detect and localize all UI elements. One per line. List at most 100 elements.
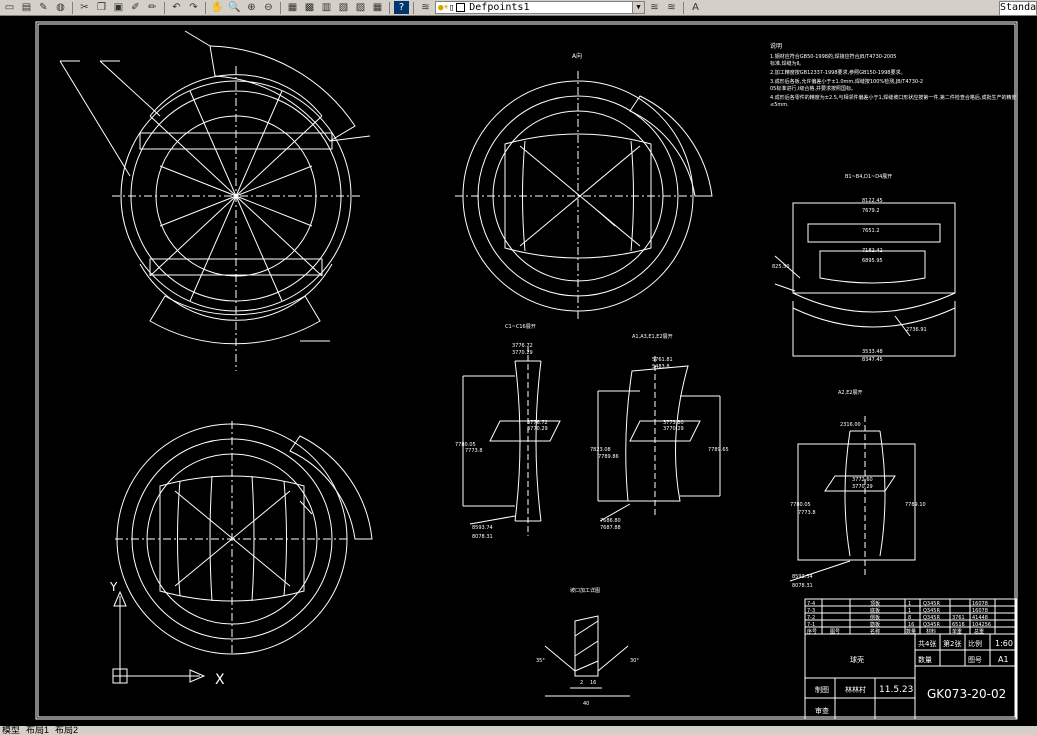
- dim-a-left2: 7789.86: [598, 454, 619, 460]
- dim-a2-left1: 7780.05: [790, 502, 811, 508]
- tb-row4-qty: 16: [908, 622, 914, 628]
- redo-icon[interactable]: ↷: [186, 1, 201, 14]
- tb-scale-label: 比例: [968, 639, 982, 648]
- markup-icon[interactable]: ▨: [353, 1, 368, 14]
- dim-a2-bot1: 8593.34: [792, 574, 813, 580]
- help-icon[interactable]: ?: [394, 1, 409, 14]
- tb-row1-name: 顶板: [870, 600, 880, 607]
- text-style-dropdown[interactable]: Standa: [999, 1, 1037, 16]
- layer-manager-icon[interactable]: ≋: [418, 1, 433, 14]
- tb-size: A1: [998, 655, 1009, 664]
- match-properties-icon[interactable]: ✎: [36, 1, 51, 14]
- layout-tabs: 模型 布局1 布局2: [0, 726, 1037, 735]
- undo-icon[interactable]: ↶: [169, 1, 184, 14]
- dim-c-bot1: 8593.74: [472, 525, 493, 531]
- dim-b-mid: 7651.2: [862, 228, 880, 234]
- note-line-1: 1.钢材应符合GB50-1998的,焊接应符合JB/T4730-2005: [770, 53, 896, 60]
- layer-name: Defpoints1: [469, 2, 530, 13]
- drawing-canvas[interactable]: 说明 1.钢材应符合GB50-1998的,焊接应符合JB/T4730-2005 …: [0, 16, 1037, 726]
- note-line-6: 4.成形后各零件的精度为±2.5,与相邻件偏差小于1,焊缝坡口形状应按第一件,第…: [770, 94, 1016, 101]
- copy-icon[interactable]: ▭: [2, 1, 17, 14]
- tb-sheet-no: 第2张: [943, 639, 961, 648]
- layer-dropdown[interactable]: ● ☀ ▯ Defpoints1 ▼: [435, 1, 645, 14]
- tb-scale: 1:60: [995, 639, 1013, 648]
- tb-row2-mat: Q345R: [923, 608, 940, 614]
- brush-icon[interactable]: ✐: [128, 1, 143, 14]
- dim-c-left2: 7773.8: [465, 448, 483, 454]
- paste-icon[interactable]: ▤: [19, 1, 34, 14]
- weld-detail: [544, 615, 630, 697]
- dim-c-mid2: 3770.29: [527, 426, 548, 432]
- tb-row4-name: 筋板: [870, 621, 880, 628]
- properties-icon[interactable]: ▦: [285, 1, 300, 14]
- toolbar-separator: [164, 1, 165, 14]
- dim-a2-right: 7789.10: [905, 502, 926, 508]
- paste-clip-icon[interactable]: ▣: [111, 1, 126, 14]
- tool-palettes-icon[interactable]: ▥: [319, 1, 334, 14]
- view-a-label: A向: [572, 52, 582, 60]
- note-line-2: 标准,焊缝为Ⅱ。: [770, 60, 804, 67]
- dim-a-bot1: 7686.80: [600, 518, 621, 524]
- calculator-icon[interactable]: ▦: [370, 1, 385, 14]
- text-style-name: Standa: [1000, 2, 1037, 13]
- tb-drawn-name: 林林村: [845, 685, 866, 694]
- tb-head-total: 总重: [974, 628, 984, 635]
- pan-icon[interactable]: ✋: [210, 1, 225, 14]
- layer-previous-icon[interactable]: ≋: [664, 1, 679, 14]
- sheet-set-icon[interactable]: ▧: [336, 1, 351, 14]
- toolbar-separator: [413, 1, 414, 14]
- note-line-5: 05标准进行,I级合格,并要求按照国标。: [770, 85, 856, 92]
- dim-a-mid2: 3770.29: [663, 426, 684, 432]
- weld-title: 坡口加工详图: [570, 587, 600, 594]
- ucs-y-label: Y: [109, 580, 118, 594]
- color-swatch-icon: [456, 3, 466, 12]
- tab-layout2[interactable]: 布局2: [55, 726, 78, 735]
- tb-row3-name: 侧板: [870, 614, 880, 621]
- tb-row1-no: 7-4: [807, 601, 815, 607]
- sec-c-title: C1~C16展开: [505, 324, 536, 330]
- pencil-icon[interactable]: ✏: [145, 1, 160, 14]
- tb-row4-total: 104256: [972, 622, 991, 628]
- tb-row3-unit: 3761: [952, 615, 965, 621]
- tb-row1-qty: 1: [908, 601, 911, 607]
- note-line-3: 2.加工精度按GB12337-1998要求,参照GB150-1998要求。: [770, 69, 905, 76]
- tab-model[interactable]: 模型: [2, 726, 20, 735]
- tb-checked-label: 审查: [815, 706, 829, 715]
- copy-clip-icon[interactable]: ❐: [94, 1, 109, 14]
- sec-a-title: A1,A3,E1,E2展开: [632, 334, 673, 340]
- text-style-icon[interactable]: A: [688, 1, 703, 14]
- zoom-window-icon[interactable]: ⊕: [244, 1, 259, 14]
- tb-part-name: 球壳: [850, 655, 864, 664]
- dim-weld-a: 35°: [536, 658, 545, 664]
- tb-head-qty: 数量: [906, 628, 916, 635]
- dim-b-bot2: 8347.45: [862, 357, 883, 363]
- dim-weld-c: 16: [590, 680, 596, 686]
- tb-row4-no: 7-1: [807, 622, 815, 628]
- design-center-icon[interactable]: ▩: [302, 1, 317, 14]
- tb-row3-mat: Q345R: [923, 615, 940, 621]
- toolbar-separator: [205, 1, 206, 14]
- view-top-left: [59, 30, 371, 371]
- view-a2-development: [789, 416, 916, 582]
- chevron-down-icon[interactable]: ▼: [632, 2, 644, 13]
- note-line-7: ≤5mm.: [770, 102, 789, 108]
- make-current-layer-icon[interactable]: ≋: [647, 1, 662, 14]
- toolbar-separator: [280, 1, 281, 14]
- zoom-previous-icon[interactable]: ⊖: [261, 1, 276, 14]
- tab-layout1[interactable]: 布局1: [26, 726, 49, 735]
- cut-icon[interactable]: ✂: [77, 1, 92, 14]
- dim-a-bot2: 7687.88: [600, 525, 621, 531]
- dim-a2-mid2: 3770.29: [852, 484, 873, 490]
- dim-a2-top: 2316.00: [840, 422, 861, 428]
- drawing-svg: 说明 1.钢材应符合GB50-1998的,焊接应符合JB/T4730-2005 …: [35, 21, 1018, 720]
- sec-b-title: B1~B4,D1~D4展开: [845, 174, 892, 180]
- view-b-development: [774, 202, 956, 357]
- dim-c-top1: 3776.72: [512, 343, 533, 349]
- tb-row2-qty: 1: [908, 608, 911, 614]
- zoom-realtime-icon[interactable]: 🔍: [227, 1, 242, 14]
- tb-sheet-total: 共4张: [918, 639, 936, 648]
- dim-c-top2: 3770.29: [512, 350, 533, 356]
- globe-icon[interactable]: ◍: [53, 1, 68, 14]
- tb-head-no: 序号: [807, 628, 817, 635]
- dim-weld-b: 30°: [630, 658, 639, 664]
